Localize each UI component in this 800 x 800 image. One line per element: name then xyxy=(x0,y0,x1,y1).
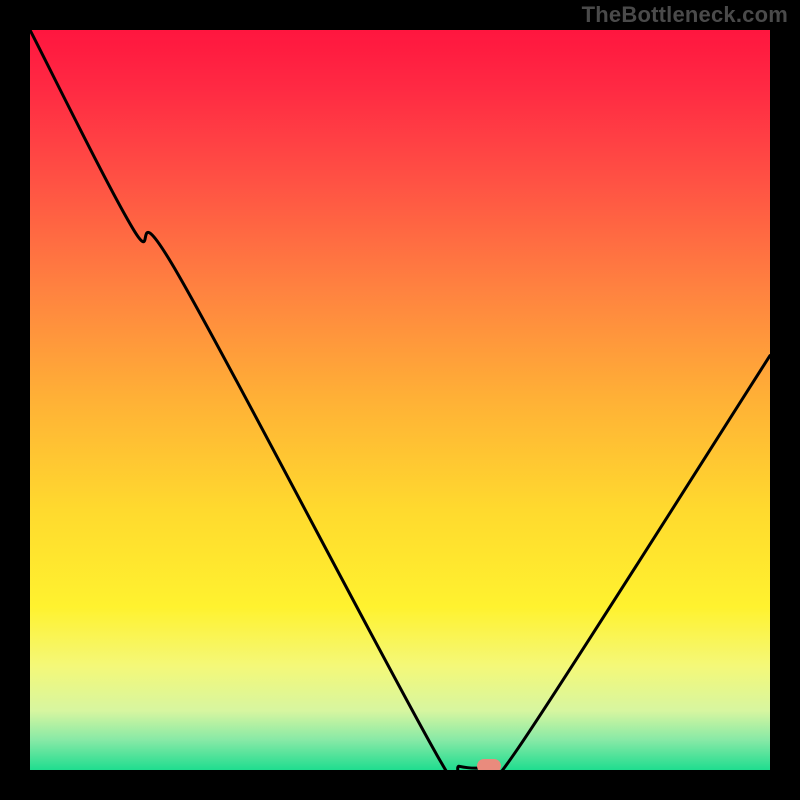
chart-frame: TheBottleneck.com xyxy=(0,0,800,800)
plot-area xyxy=(30,30,770,770)
optimal-marker xyxy=(477,759,501,770)
watermark-text: TheBottleneck.com xyxy=(582,2,788,28)
bottleneck-curve xyxy=(30,30,770,770)
